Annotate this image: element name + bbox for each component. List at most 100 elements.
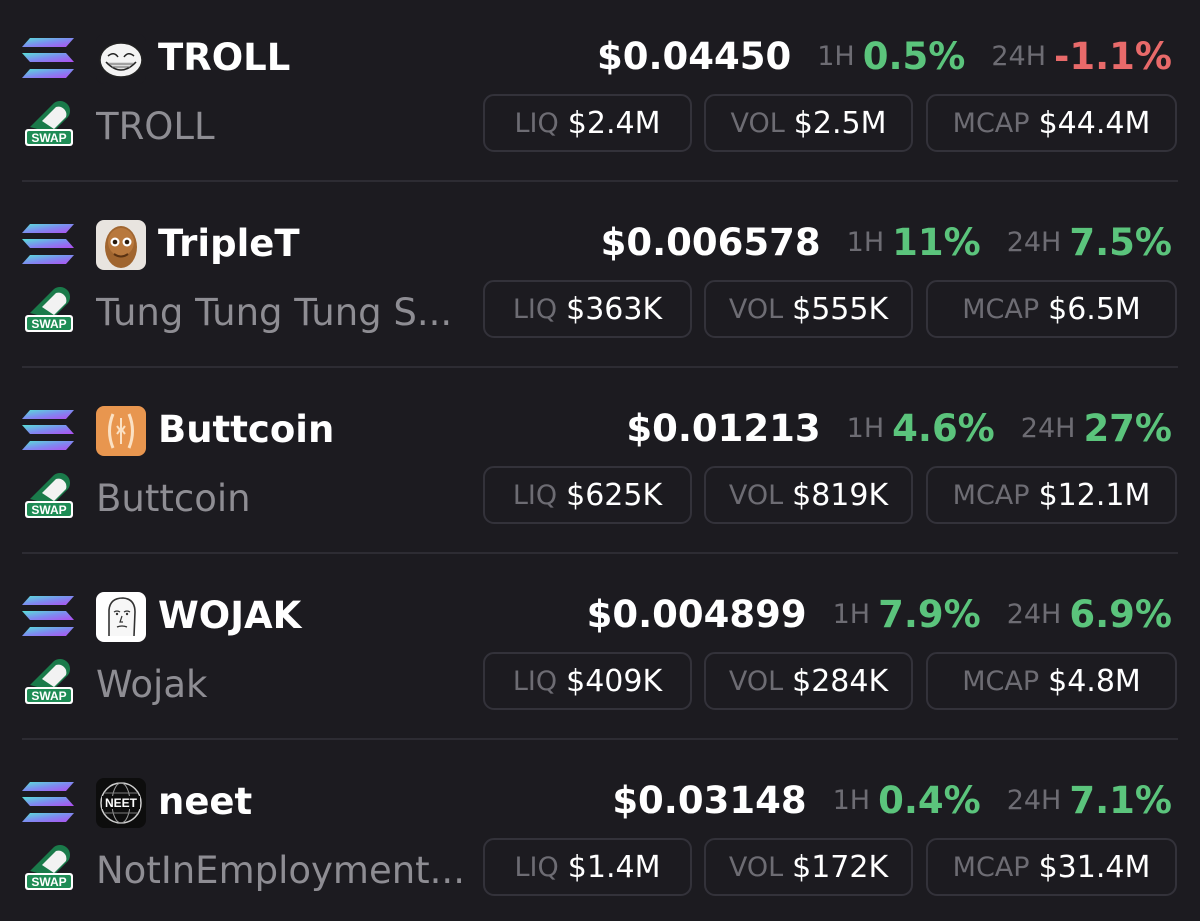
- swap-badge-text: SWAP: [31, 503, 66, 517]
- swap-badge-text: SWAP: [31, 689, 66, 703]
- solana-icon: [22, 38, 74, 78]
- market-cap-pill: MCAP $4.8M: [926, 652, 1177, 710]
- solana-icon: [22, 596, 74, 636]
- change-24h: 7.1%: [1069, 778, 1172, 822]
- token-row-buttcoin[interactable]: SWAP Buttcoin Buttcoin $0.01213 1H 4.6% …: [0, 372, 1200, 558]
- volume-pill: VOL $2.5M: [704, 94, 913, 152]
- volume-label: VOL: [728, 851, 784, 883]
- swap-icon: SWAP: [25, 287, 73, 332]
- volume-pill: VOL $819K: [704, 466, 913, 524]
- liquidity-value: $363K: [566, 291, 663, 327]
- liquidity-pill: LIQ $2.4M: [483, 94, 692, 152]
- solana-icon: [22, 410, 74, 450]
- token-name: TROLL: [96, 105, 215, 148]
- volume-value: $819K: [792, 477, 889, 513]
- liquidity-pill: LIQ $625K: [483, 466, 692, 524]
- swap-badge-text: SWAP: [31, 875, 66, 889]
- volume-value: $555K: [792, 291, 889, 327]
- buttcoin-icon: [96, 406, 146, 456]
- token-name: Wojak: [96, 663, 208, 706]
- token-symbol: neet: [158, 780, 253, 823]
- market-cap-label: MCAP: [952, 479, 1030, 511]
- solana-icon: [22, 782, 74, 822]
- change-24h: 27%: [1083, 406, 1172, 450]
- change-24h: -1.1%: [1054, 34, 1172, 78]
- liquidity-label: LIQ: [514, 107, 559, 139]
- liquidity-label: LIQ: [512, 665, 558, 697]
- swap-badge-text: SWAP: [31, 131, 66, 145]
- volume-value: $284K: [792, 663, 889, 699]
- change-24h: 6.9%: [1069, 592, 1172, 636]
- period-label-24h: 24H: [1006, 784, 1062, 816]
- swap-icon: SWAP: [25, 101, 73, 146]
- token-name: Buttcoin: [96, 477, 251, 520]
- price-line: $0.004899 1H 7.9% 24H 6.9%: [587, 588, 1172, 640]
- swap-icon: SWAP: [25, 845, 73, 890]
- swap-icon: SWAP: [25, 659, 73, 704]
- market-cap-label: MCAP: [962, 293, 1040, 325]
- row-divider: [22, 180, 1178, 182]
- liquidity-value: $625K: [566, 477, 663, 513]
- period-label-24h: 24H: [1006, 598, 1062, 630]
- row-divider: [22, 552, 1178, 554]
- market-cap-pill: MCAP $6.5M: [926, 280, 1177, 338]
- market-cap-value: $6.5M: [1048, 291, 1141, 327]
- liquidity-value: $409K: [566, 663, 663, 699]
- token-symbol: TripleT: [158, 222, 300, 265]
- liquidity-pill: LIQ $409K: [483, 652, 692, 710]
- row-divider: [22, 366, 1178, 368]
- token-price: $0.01213: [626, 406, 821, 450]
- trollface-icon: [96, 34, 146, 84]
- swap-icon: SWAP: [25, 473, 73, 518]
- row-divider: [22, 738, 1178, 740]
- token-symbol: Buttcoin: [158, 408, 335, 451]
- liquidity-label: LIQ: [512, 293, 558, 325]
- volume-label: VOL: [728, 293, 784, 325]
- liquidity-pill: LIQ $1.4M: [483, 838, 692, 896]
- token-row-troll[interactable]: SWAP TROLL TROLL $0.04450 1H 0.5% 24H -1…: [0, 0, 1200, 186]
- volume-pill: VOL $172K: [704, 838, 913, 896]
- market-cap-label: MCAP: [952, 107, 1030, 139]
- liquidity-pill: LIQ $363K: [483, 280, 692, 338]
- token-price: $0.04450: [596, 34, 792, 78]
- period-label-1h: 1H: [846, 226, 885, 258]
- token-row-neet[interactable]: SWAP NEET neet NotInEmployment... $0.031…: [0, 744, 1200, 921]
- volume-pill: VOL $555K: [704, 280, 913, 338]
- period-label-24h: 24H: [1020, 412, 1076, 444]
- token-symbol: WOJAK: [158, 594, 302, 637]
- volume-label: VOL: [728, 479, 784, 511]
- svg-text:NEET: NEET: [105, 796, 138, 810]
- volume-value: $2.5M: [793, 105, 887, 141]
- change-1h: 0.4%: [878, 778, 981, 822]
- market-cap-value: $44.4M: [1038, 105, 1151, 141]
- change-1h: 7.9%: [878, 592, 981, 636]
- token-price: $0.03148: [612, 778, 807, 822]
- neet-globe-icon: NEET: [96, 778, 146, 828]
- change-1h: 4.6%: [892, 406, 995, 450]
- volume-value: $172K: [792, 849, 889, 885]
- token-name: NotInEmployment...: [96, 849, 465, 892]
- period-label-1h: 1H: [817, 40, 855, 72]
- market-cap-value: $31.4M: [1038, 849, 1151, 885]
- market-cap-label: MCAP: [962, 665, 1040, 697]
- price-line: $0.01213 1H 4.6% 24H 27%: [626, 402, 1172, 454]
- token-symbol: TROLL: [158, 36, 291, 79]
- market-cap-value: $12.1M: [1038, 477, 1151, 513]
- period-label-1h: 1H: [846, 412, 885, 444]
- market-cap-pill: MCAP $31.4M: [926, 838, 1177, 896]
- period-label-24h: 24H: [1006, 226, 1062, 258]
- token-list: SWAP TROLL TROLL $0.04450 1H 0.5% 24H -1…: [0, 0, 1200, 921]
- change-1h: 0.5%: [862, 34, 966, 78]
- token-price: $0.006578: [600, 220, 821, 264]
- token-row-triplet[interactable]: SWAP TripleT Tung Tung Tung S... $0.0065…: [0, 186, 1200, 372]
- token-row-wojak[interactable]: SWAP WOJAK Wojak $0.004899 1H 7.9% 24H 6…: [0, 558, 1200, 744]
- volume-label: VOL: [728, 665, 784, 697]
- period-label-24h: 24H: [991, 40, 1047, 72]
- change-1h: 11%: [892, 220, 981, 264]
- market-cap-pill: MCAP $44.4M: [926, 94, 1177, 152]
- liquidity-value: $1.4M: [567, 849, 661, 885]
- volume-pill: VOL $284K: [704, 652, 913, 710]
- market-cap-pill: MCAP $12.1M: [926, 466, 1177, 524]
- market-cap-value: $4.8M: [1048, 663, 1141, 699]
- price-line: $0.006578 1H 11% 24H 7.5%: [601, 216, 1172, 268]
